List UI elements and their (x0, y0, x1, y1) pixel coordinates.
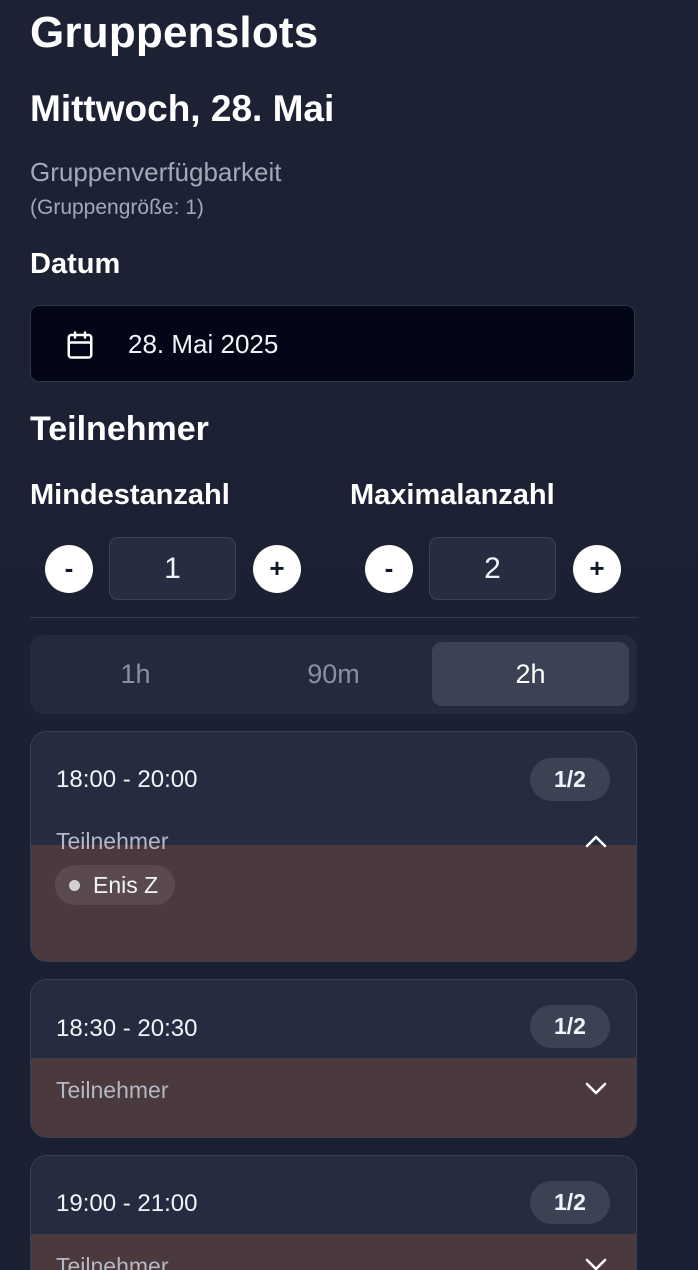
slot-participants-toggle[interactable]: Teilnehmer (56, 828, 169, 855)
group-size-label: (Gruppengröße: 1) (30, 196, 204, 219)
page-subtitle-date: Mittwoch, 28. Mai (30, 88, 335, 129)
min-count-value[interactable]: 1 (109, 537, 236, 600)
page-title: Gruppenslots (30, 8, 319, 57)
calendar-icon (67, 331, 93, 359)
duration-tab-1h[interactable]: 1h (37, 642, 234, 706)
chevron-down-icon[interactable] (584, 1081, 608, 1097)
max-decrement-button[interactable]: - (365, 545, 413, 593)
participant-name: Enis Z (93, 871, 159, 898)
slot-participants-toggle[interactable]: Teilnehmer (56, 1253, 169, 1270)
participant-status-dot (69, 879, 80, 891)
date-section-label: Datum (30, 248, 121, 280)
slot-time: 18:30 - 20:30 (56, 1015, 198, 1042)
slot-participants-toggle[interactable]: Teilnehmer (56, 1077, 169, 1104)
min-decrement-button[interactable]: - (45, 545, 93, 593)
participants-section-label: Teilnehmer (30, 410, 209, 448)
chevron-down-icon[interactable] (584, 1257, 608, 1270)
duration-tab-90m[interactable]: 90m (235, 642, 432, 706)
min-increment-button[interactable]: + (253, 545, 301, 593)
date-value: 28. Mai 2025 (128, 329, 279, 359)
slot-card[interactable]: 19:00 - 21:00 1/2 Teilnehmer (30, 1155, 637, 1270)
group-slots-screen: Gruppenslots Mittwoch, 28. Mai Gruppenve… (0, 0, 698, 1270)
participant-chip: Enis Z (55, 865, 176, 905)
slot-count-badge: 1/2 (530, 1181, 610, 1224)
date-picker-field[interactable]: 28. Mai 2025 (30, 305, 635, 382)
slot-count-badge: 1/2 (530, 758, 610, 801)
max-count-value[interactable]: 2 (429, 537, 556, 600)
duration-segmented-control: 1h 90m 2h (30, 635, 637, 714)
slot-card[interactable]: 18:00 - 20:00 1/2 Teilnehmer Enis Z (30, 731, 637, 962)
section-divider (30, 617, 637, 618)
duration-tab-2h[interactable]: 2h (432, 642, 629, 706)
availability-label: Gruppenverfügbarkeit (30, 157, 282, 187)
slot-count-badge: 1/2 (530, 1005, 610, 1048)
slot-time: 19:00 - 21:00 (56, 1190, 198, 1217)
slot-time: 18:00 - 20:00 (56, 766, 198, 793)
min-count-label: Mindestanzahl (30, 479, 230, 511)
slot-card[interactable]: 18:30 - 20:30 1/2 Teilnehmer (30, 979, 637, 1138)
chevron-up-icon[interactable] (584, 833, 608, 849)
max-increment-button[interactable]: + (573, 545, 621, 593)
max-count-label: Maximalanzahl (350, 479, 555, 511)
